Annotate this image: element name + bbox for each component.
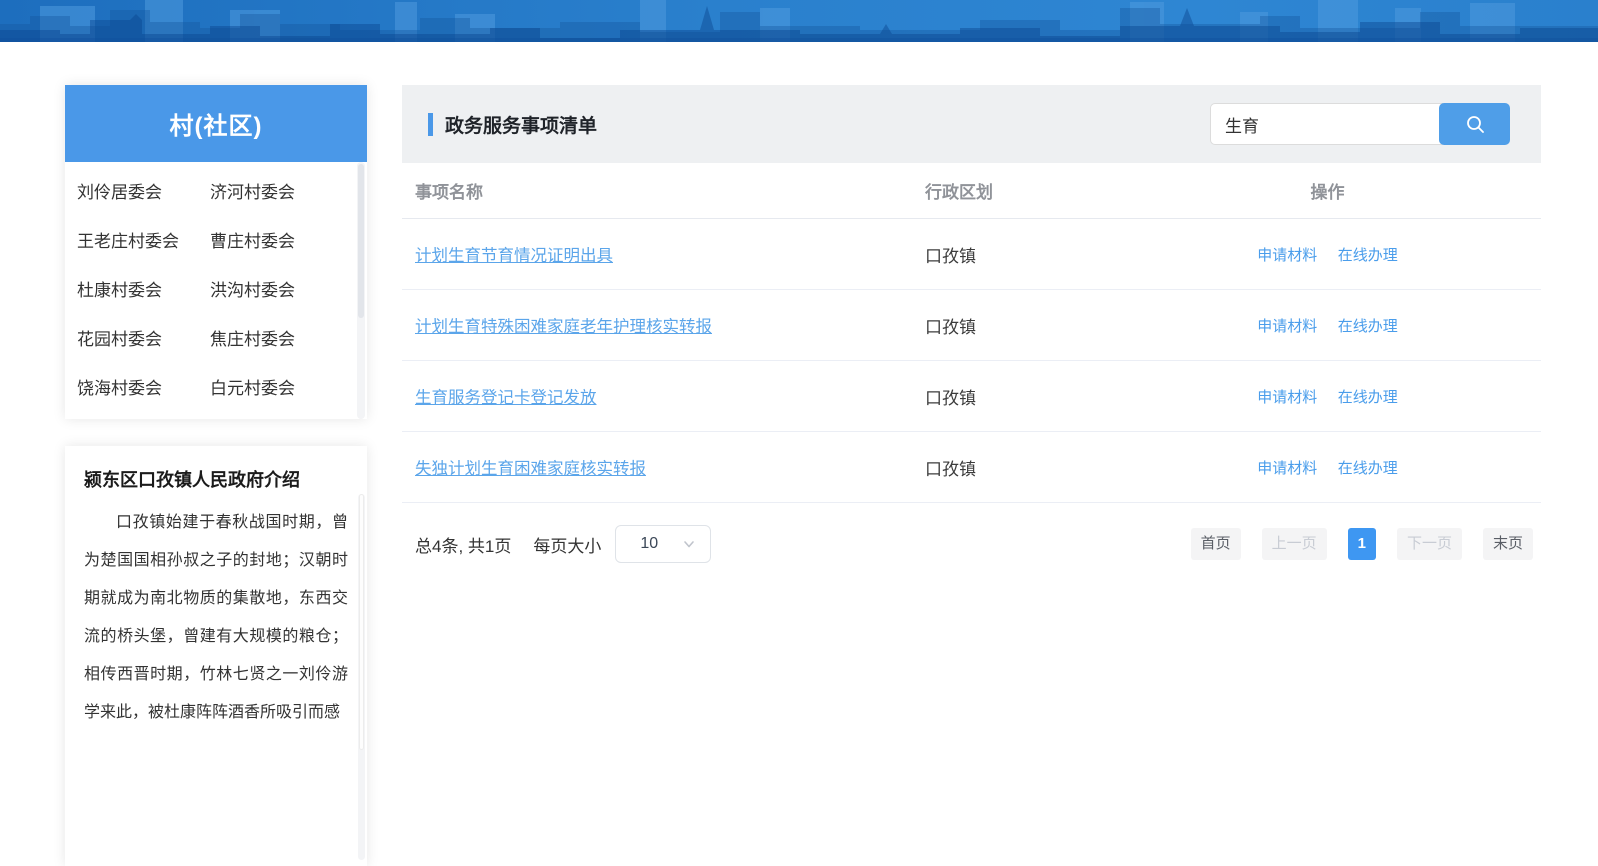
intro-panel: 颍东区口孜镇人民政府介绍 口孜镇始建于春秋战国时期，曾为楚国国相孙叔之子的封地；… bbox=[65, 446, 367, 866]
chevron-down-icon bbox=[682, 537, 696, 551]
online-handle-link[interactable]: 在线办理 bbox=[1338, 460, 1398, 477]
table-row: 计划生育节育情况证明出具 口孜镇 申请材料 在线办理 bbox=[402, 219, 1541, 290]
sidebar: 村(社区) 刘伶居委会 济河村委会 王老庄村委会 曹庄村委会 杜康村委会 洪沟村… bbox=[65, 85, 367, 866]
apply-materials-link[interactable]: 申请材料 bbox=[1257, 389, 1317, 406]
village-item[interactable]: 曹庄村委会 bbox=[210, 215, 355, 264]
column-header-item-name: 事项名称 bbox=[415, 183, 483, 202]
table-row: 失独计划生育困难家庭核实转报 口孜镇 申请材料 在线办理 bbox=[402, 432, 1541, 503]
village-panel-title: 村(社区) bbox=[65, 85, 367, 162]
total-summary: 总4条, 共1页 bbox=[415, 536, 512, 556]
main-content: 政务服务事项清单 事项名称 行政区划 操作 bbox=[402, 85, 1541, 563]
table-body: 计划生育节育情况证明出具 口孜镇 申请材料 在线办理 计划生育特殊困难家庭老年护… bbox=[402, 219, 1541, 503]
content-header: 政务服务事项清单 bbox=[402, 85, 1541, 163]
service-item-link[interactable]: 失独计划生育困难家庭核实转报 bbox=[415, 460, 646, 478]
next-page-button[interactable]: 下一页 bbox=[1396, 528, 1462, 560]
region-cell: 口孜镇 bbox=[925, 459, 976, 479]
region-cell: 口孜镇 bbox=[925, 246, 976, 266]
page-size-value: 10 bbox=[640, 535, 659, 552]
scrollbar-thumb[interactable] bbox=[358, 164, 364, 319]
intro-title: 颍东区口孜镇人民政府介绍 bbox=[84, 470, 300, 490]
pagination-summary-area: 总4条, 共1页 每页大小 10 bbox=[415, 525, 712, 563]
village-item[interactable]: 洪沟村委会 bbox=[210, 264, 355, 313]
village-list-scrollbar[interactable] bbox=[357, 162, 365, 419]
apply-materials-link[interactable]: 申请材料 bbox=[1257, 318, 1317, 335]
page-size-select[interactable]: 10 bbox=[615, 525, 712, 563]
apply-materials-link[interactable]: 申请材料 bbox=[1257, 460, 1317, 477]
apply-materials-link[interactable]: 申请材料 bbox=[1257, 247, 1317, 264]
first-page-button[interactable]: 首页 bbox=[1190, 528, 1241, 560]
service-item-link[interactable]: 生育服务登记卡登记发放 bbox=[415, 389, 597, 407]
village-list: 刘伶居委会 济河村委会 王老庄村委会 曹庄村委会 杜康村委会 洪沟村委会 花园村… bbox=[65, 162, 367, 419]
village-item[interactable]: 王老庄村委会 bbox=[77, 215, 210, 264]
region-cell: 口孜镇 bbox=[925, 317, 976, 337]
search-box bbox=[1210, 103, 1510, 145]
village-item[interactable]: 济河村委会 bbox=[210, 166, 355, 215]
online-handle-link[interactable]: 在线办理 bbox=[1338, 318, 1398, 335]
village-item[interactable]: 杜康村委会 bbox=[77, 264, 210, 313]
top-banner bbox=[0, 0, 1598, 42]
online-handle-link[interactable]: 在线办理 bbox=[1338, 389, 1398, 406]
intro-text: 口孜镇始建于春秋战国时期，曾为楚国国相孙叔之子的封地；汉朝时期就成为南北物质的集… bbox=[84, 514, 348, 721]
village-item[interactable]: 饶海村委会 bbox=[77, 362, 210, 411]
table-header-row: 事项名称 行政区划 操作 bbox=[402, 163, 1541, 219]
page-number-button[interactable]: 1 bbox=[1347, 528, 1376, 560]
village-panel: 村(社区) 刘伶居委会 济河村委会 王老庄村委会 曹庄村委会 杜康村委会 洪沟村… bbox=[65, 85, 367, 419]
last-page-button[interactable]: 末页 bbox=[1482, 528, 1533, 560]
table-row: 生育服务登记卡登记发放 口孜镇 申请材料 在线办理 bbox=[402, 361, 1541, 432]
region-cell: 口孜镇 bbox=[925, 388, 976, 408]
prev-page-button[interactable]: 上一页 bbox=[1261, 528, 1327, 560]
scrollbar-thumb[interactable] bbox=[359, 494, 364, 751]
village-item[interactable]: 焦庄村委会 bbox=[210, 313, 355, 362]
intro-scrollbar[interactable] bbox=[358, 494, 365, 860]
service-item-link[interactable]: 计划生育特殊困难家庭老年护理核实转报 bbox=[415, 318, 712, 336]
search-icon bbox=[1463, 112, 1487, 136]
village-item[interactable]: 花园村委会 bbox=[77, 313, 210, 362]
page-title: 政务服务事项清单 bbox=[445, 115, 598, 137]
pagination-bar: 总4条, 共1页 每页大小 10 首页 上一页 1 下一页 末页 bbox=[402, 503, 1541, 563]
pagination-buttons: 首页 上一页 1 下一页 末页 bbox=[1190, 528, 1533, 560]
title-accent-bar bbox=[428, 112, 433, 136]
service-item-link[interactable]: 计划生育节育情况证明出具 bbox=[415, 247, 613, 265]
search-input[interactable] bbox=[1210, 103, 1443, 145]
page-body: 村(社区) 刘伶居委会 济河村委会 王老庄村委会 曹庄村委会 杜康村委会 洪沟村… bbox=[0, 42, 1598, 866]
village-item[interactable]: 刘伶居委会 bbox=[77, 166, 210, 215]
search-button[interactable] bbox=[1439, 103, 1510, 145]
table-row: 计划生育特殊困难家庭老年护理核实转报 口孜镇 申请材料 在线办理 bbox=[402, 290, 1541, 361]
online-handle-link[interactable]: 在线办理 bbox=[1338, 247, 1398, 264]
city-skyline-graphic bbox=[0, 0, 1598, 42]
title-wrap: 政务服务事项清单 bbox=[428, 111, 597, 138]
column-header-actions: 操作 bbox=[1310, 183, 1345, 202]
page-size-label: 每页大小 bbox=[533, 536, 602, 556]
column-header-region: 行政区划 bbox=[925, 183, 993, 202]
village-item[interactable]: 白元村委会 bbox=[210, 362, 355, 411]
